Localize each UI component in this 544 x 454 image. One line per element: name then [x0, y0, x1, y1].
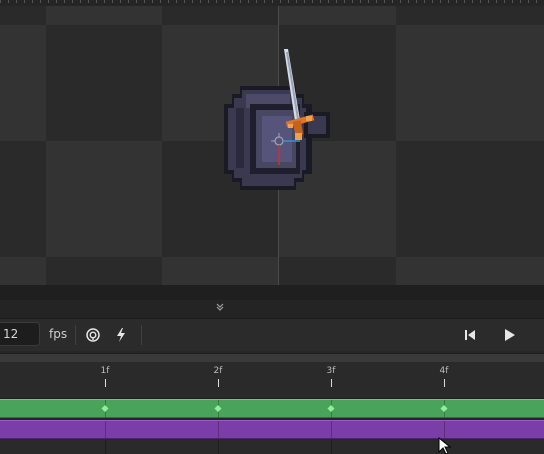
- frame-ruler[interactable]: 1f 2f 3f 4f: [0, 362, 544, 399]
- mouse-cursor-icon: [438, 437, 452, 454]
- timeline-scrollbar[interactable]: [0, 353, 544, 362]
- animation-panel: 12 fps 1f 2f 3f 4f: [0, 300, 544, 454]
- skip-to-start-icon[interactable]: [459, 324, 481, 346]
- knight-sprite[interactable]: [0, 0, 544, 285]
- onion-skin-icon[interactable]: [82, 324, 104, 346]
- frame-tick: [331, 379, 332, 387]
- animation-track[interactable]: [0, 399, 544, 418]
- panel-collapse-bar[interactable]: [0, 300, 544, 319]
- frame-tick: [105, 379, 106, 387]
- frame-divider: [331, 440, 332, 454]
- frame-label: 3f: [326, 366, 336, 376]
- viewport-scroll-area: [0, 285, 544, 300]
- frame-divider: [105, 421, 106, 438]
- frame-tick: [444, 379, 445, 387]
- keyframe-marker[interactable]: [440, 404, 448, 413]
- frame-divider: [218, 421, 219, 438]
- animation-toolbar: 12 fps: [0, 319, 544, 351]
- frame-divider: [105, 440, 106, 454]
- frame-tick: [218, 379, 219, 387]
- toolbar-separator: [141, 325, 142, 345]
- keyframe-marker[interactable]: [101, 404, 109, 413]
- double-chevron-down-icon[interactable]: [213, 302, 227, 316]
- canvas-viewport[interactable]: [0, 0, 544, 285]
- lightning-icon[interactable]: [110, 324, 132, 346]
- frame-divider: [218, 440, 219, 454]
- play-icon[interactable]: [498, 324, 520, 346]
- frame-label: 1f: [100, 366, 110, 376]
- frame-label: 4f: [439, 366, 449, 376]
- frame-divider: [444, 421, 445, 438]
- fps-input[interactable]: 12: [0, 322, 40, 346]
- timeline-empty-area: [0, 440, 544, 454]
- keyframe-marker[interactable]: [214, 404, 222, 413]
- frame-label: 2f: [213, 366, 223, 376]
- animation-track[interactable]: [0, 420, 544, 439]
- keyframe-marker[interactable]: [327, 404, 335, 413]
- toolbar-separator: [75, 325, 76, 345]
- frame-divider: [331, 421, 332, 438]
- fps-label: fps: [49, 327, 68, 341]
